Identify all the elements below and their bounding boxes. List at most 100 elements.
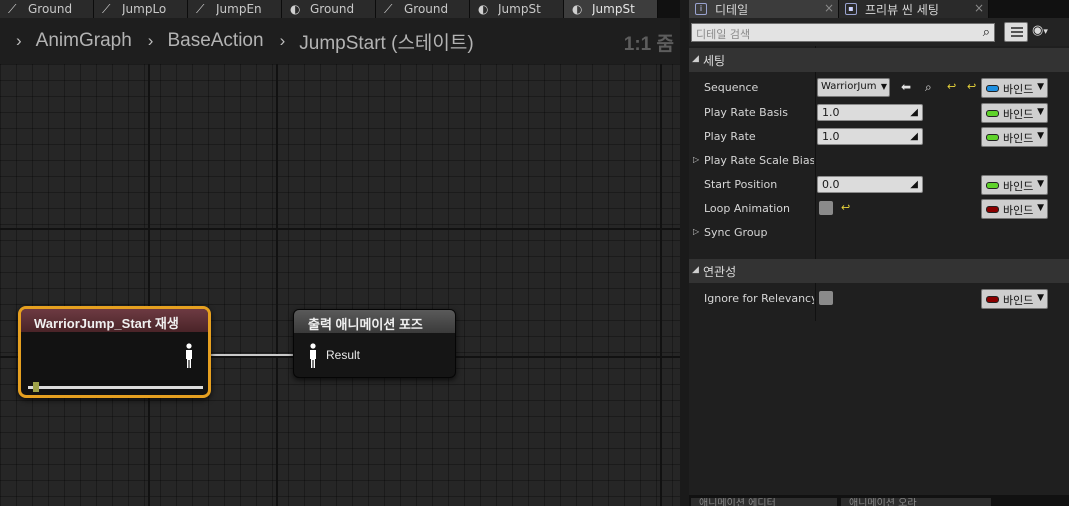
tab-jumpstart-active[interactable]: ◐ JumpSt [564, 0, 658, 18]
close-icon[interactable]: × [824, 1, 834, 15]
play-rate-basis-bind-button[interactable]: 바인드 ▼ [981, 103, 1048, 123]
breadcrumb: › AnimGraph › BaseAction › JumpStart (스테… [0, 18, 680, 64]
chevron-down-icon: ▼ [1037, 179, 1044, 189]
tab-ground-3[interactable]: ⟋ Ground [376, 0, 470, 18]
grid-line [276, 64, 278, 506]
output-pose-node[interactable]: 출력 애니메이션 포즈 Result [293, 309, 456, 378]
bind-label: 바인드 [1003, 180, 1034, 193]
bind-label: 바인드 [1003, 204, 1034, 217]
tab-ground-1[interactable]: ⟋ Ground [0, 0, 94, 18]
tab-jumploop[interactable]: ⟋ JumpLo [94, 0, 188, 18]
ignore-relevancy-bind-button[interactable]: 바인드 ▼ [981, 289, 1048, 309]
play-progress-bar [28, 382, 203, 392]
panel-splitter[interactable] [680, 0, 689, 506]
expand-arrow-icon[interactable]: ▷ [693, 155, 699, 164]
view-options-button[interactable]: ◉▾ [1032, 23, 1066, 41]
breadcrumb-jumpstart[interactable]: JumpStart (스테이트) [299, 28, 473, 55]
search-input[interactable]: 디테일 검색 ⌕ [691, 23, 995, 42]
tab-jumpend[interactable]: ⟋ JumpEn [188, 0, 282, 18]
grid-line [148, 64, 150, 506]
property-row-start-position: Start Position 0.0 ◢ 바인드 ▼ [689, 172, 1069, 196]
property-row-play-rate: Play Rate 1.0 ◢ 바인드 ▼ [689, 124, 1069, 148]
bind-label: 바인드 [1003, 294, 1034, 307]
property-label: Start Position [704, 178, 778, 191]
tab-details[interactable]: i 디테일 × [689, 0, 839, 18]
reset-to-default-icon[interactable]: ↩ [947, 80, 956, 93]
breadcrumb-baseaction[interactable]: BaseAction [167, 30, 263, 52]
property-row-sequence: Sequence WarriorJum ▼ ⬅ ⌕ ↩ ↩ 바인드 ▼ [689, 75, 1069, 99]
ignore-relevancy-checkbox[interactable] [819, 291, 833, 305]
collapse-arrow-icon: ◢ [692, 54, 699, 64]
grid-line [0, 228, 680, 230]
tab-anim-assets[interactable]: 애니메이션 오라 [841, 498, 991, 506]
binding-pin-icon [986, 110, 999, 117]
start-position-input[interactable]: 0.0 ◢ [817, 176, 923, 193]
binding-pin-icon [986, 85, 999, 92]
tab-ground-2[interactable]: ◐ Ground [282, 0, 376, 18]
result-pin-label: Result [326, 348, 361, 362]
close-icon[interactable]: × [974, 1, 984, 15]
category-settings[interactable]: ◢ 세팅 [689, 48, 1069, 72]
loop-animation-bind-button[interactable]: 바인드 ▼ [981, 199, 1048, 219]
property-label: Play Rate Basis [704, 106, 788, 119]
preview-icon: ▪ [845, 3, 857, 15]
state-icon: ◐ [478, 2, 489, 16]
info-icon: i [695, 3, 707, 15]
tab-preview-scene[interactable]: ▪ 프리뷰 씬 세팅 × [839, 0, 989, 18]
binding-pin-icon [986, 296, 999, 303]
play-rate-basis-input[interactable]: 1.0 ◢ [817, 104, 923, 121]
property-label: Sequence [704, 81, 759, 94]
sequence-asset-combo[interactable]: WarriorJum ▼ [817, 78, 890, 97]
expand-arrow-icon[interactable]: ▷ [693, 227, 699, 236]
property-row-play-rate-scale-bias[interactable]: ▷ Play Rate Scale Bias C [689, 148, 1069, 172]
chevron-down-icon: ▾ [1043, 27, 1048, 37]
drag-handle-icon: ◢ [910, 131, 918, 142]
transition-icon: ⟋ [384, 2, 393, 16]
chevron-down-icon: ▼ [1037, 107, 1044, 117]
category-relevancy[interactable]: ◢ 연관성 [689, 259, 1069, 283]
bind-label: 바인드 [1003, 108, 1034, 121]
property-label: Play Rate Scale Bias C [704, 154, 814, 167]
chevron-down-icon: ▼ [1037, 82, 1044, 92]
property-matrix-button[interactable] [1004, 22, 1028, 42]
use-selected-arrow-icon[interactable]: ⬅ [901, 80, 911, 94]
property-label: Loop Animation [704, 202, 790, 215]
graph-editor[interactable]: ⟋ Ground ⟋ JumpLo ⟋ JumpEn ◐ Ground ⟋ Ground … [0, 0, 680, 506]
property-row-ignore-relevancy: Ignore for Relevancy T 바인드 ▼ [689, 286, 1069, 310]
chevron-right-icon: › [279, 31, 286, 50]
details-panel: i 디테일 × ▪ 프리뷰 씬 세팅 × 디테일 검색 ⌕ ◉▾ ◢ 세팅 Se… [689, 0, 1069, 506]
pose-wire[interactable] [211, 354, 294, 356]
breadcrumb-animgraph[interactable]: AnimGraph [36, 30, 132, 52]
grid-line [660, 64, 662, 506]
start-position-bind-button[interactable]: 바인드 ▼ [981, 175, 1048, 195]
reset-to-default-icon[interactable]: ↩ [967, 80, 976, 93]
collapse-arrow-icon: ◢ [692, 265, 699, 275]
loop-animation-checkbox[interactable] [819, 201, 833, 215]
play-rate-bind-button[interactable]: 바인드 ▼ [981, 127, 1048, 147]
chevron-down-icon: ▼ [1037, 203, 1044, 213]
category-settings-label: 세팅 [703, 54, 726, 68]
start-position-value: 0.0 [822, 178, 840, 191]
details-tab-bar: i 디테일 × ▪ 프리뷰 씬 세팅 × [689, 0, 1069, 18]
play-rate-input[interactable]: 1.0 ◢ [817, 128, 923, 145]
chevron-down-icon: ▼ [880, 82, 887, 91]
graph-canvas[interactable] [0, 64, 680, 506]
chevron-right-icon: › [16, 31, 22, 50]
play-sequence-node[interactable]: WarriorJump_Start 재생 [18, 306, 211, 398]
property-row-loop-animation: Loop Animation ↩ 바인드 ▼ [689, 196, 1069, 220]
transition-icon: ⟋ [196, 2, 205, 16]
property-row-sync-group[interactable]: ▷ Sync Group [689, 220, 1069, 244]
chevron-right-icon: › [147, 31, 154, 50]
browse-search-icon[interactable]: ⌕ [925, 80, 932, 95]
state-icon: ◐ [572, 2, 583, 16]
node-title: WarriorJump_Start 재생 [21, 309, 208, 332]
tab-anim-editor[interactable]: 애니메이션 에디터 [691, 498, 837, 506]
node-title: 출력 애니메이션 포즈 [294, 310, 455, 333]
play-progress-fill [33, 382, 40, 392]
tab-details-label: 디테일 [715, 2, 749, 17]
sequence-bind-button[interactable]: 바인드 ▼ [981, 78, 1048, 98]
tab-jumpstart-1[interactable]: ◐ JumpSt [470, 0, 564, 18]
pose-pin-icon[interactable] [308, 343, 318, 369]
reset-to-default-icon[interactable]: ↩ [841, 201, 850, 214]
pose-pin-icon[interactable] [184, 343, 194, 369]
